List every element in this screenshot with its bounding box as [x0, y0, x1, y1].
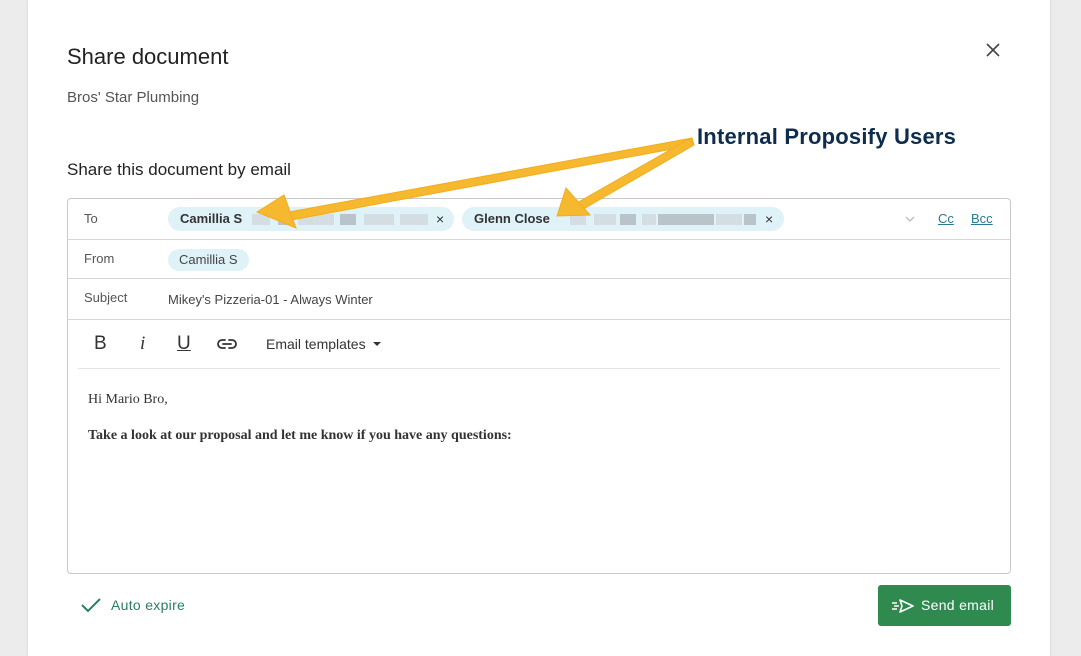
- recipient-chip[interactable]: Camillia S ×: [168, 207, 454, 231]
- from-label: From: [84, 251, 115, 266]
- underline-button[interactable]: U: [177, 333, 191, 355]
- email-form: To Camillia S × Glenn Close × Cc Bcc Fro…: [67, 198, 1011, 574]
- templates-label: Email templates: [266, 336, 366, 352]
- redacted-email: [570, 214, 586, 225]
- bcc-link[interactable]: Bcc: [971, 211, 993, 226]
- message-greeting[interactable]: Hi Mario Bro,: [88, 392, 168, 408]
- send-email-button[interactable]: Send email: [878, 585, 1011, 626]
- share-document-modal: Share document Bros' Star Plumbing Share…: [28, 0, 1050, 656]
- chevron-down-icon[interactable]: [904, 213, 916, 225]
- send-icon: [892, 599, 914, 613]
- send-email-label: Send email: [921, 597, 995, 613]
- cc-link[interactable]: Cc: [938, 211, 954, 226]
- subject-input[interactable]: Mikey's Pizzeria-01 - Always Winter: [168, 292, 373, 307]
- subject-row: Subject Mikey's Pizzeria-01 - Always Win…: [68, 279, 1010, 320]
- sender-chip[interactable]: Camillia S: [168, 249, 249, 271]
- redacted-email: [252, 214, 270, 225]
- to-row: To Camillia S × Glenn Close × Cc Bcc: [68, 199, 1010, 240]
- checkmark-icon: [81, 598, 101, 613]
- email-templates-dropdown[interactable]: Email templates: [266, 336, 381, 352]
- recipient-name: Camillia S: [180, 211, 243, 226]
- dialog-title: Share document: [67, 44, 229, 69]
- toolbar-divider: [78, 368, 1000, 369]
- close-icon[interactable]: [983, 40, 1003, 60]
- redacted-email: [340, 214, 356, 225]
- recipient-name: Glenn Close: [474, 211, 550, 226]
- remove-recipient-icon[interactable]: ×: [765, 207, 773, 231]
- redacted-email: [716, 214, 742, 225]
- annotation-label: Internal Proposify Users: [697, 124, 957, 149]
- redacted-email: [594, 214, 616, 225]
- section-title: Share this document by email: [67, 160, 291, 179]
- message-line[interactable]: Take a look at our proposal and let me k…: [88, 428, 512, 444]
- redacted-email: [744, 214, 756, 225]
- redacted-email: [620, 214, 636, 225]
- caret-down-icon: [372, 342, 381, 346]
- bold-button[interactable]: B: [94, 333, 107, 355]
- redacted-email: [658, 214, 714, 225]
- redacted-email: [642, 214, 656, 225]
- recipient-chip[interactable]: Glenn Close ×: [462, 207, 784, 231]
- italic-button[interactable]: i: [140, 333, 145, 355]
- redacted-email: [278, 214, 292, 225]
- redacted-email: [400, 214, 428, 225]
- to-label: To: [84, 211, 98, 226]
- from-row: From Camillia S: [68, 239, 1010, 279]
- editor-toolbar: B i U Email templates: [68, 320, 1010, 369]
- auto-expire-label: Auto expire: [111, 597, 186, 613]
- remove-recipient-icon[interactable]: ×: [436, 207, 444, 231]
- link-icon[interactable]: [216, 336, 238, 352]
- subject-label: Subject: [84, 290, 128, 305]
- redacted-email: [298, 214, 334, 225]
- dialog-subtitle: Bros' Star Plumbing: [67, 89, 200, 106]
- redacted-email: [364, 214, 394, 225]
